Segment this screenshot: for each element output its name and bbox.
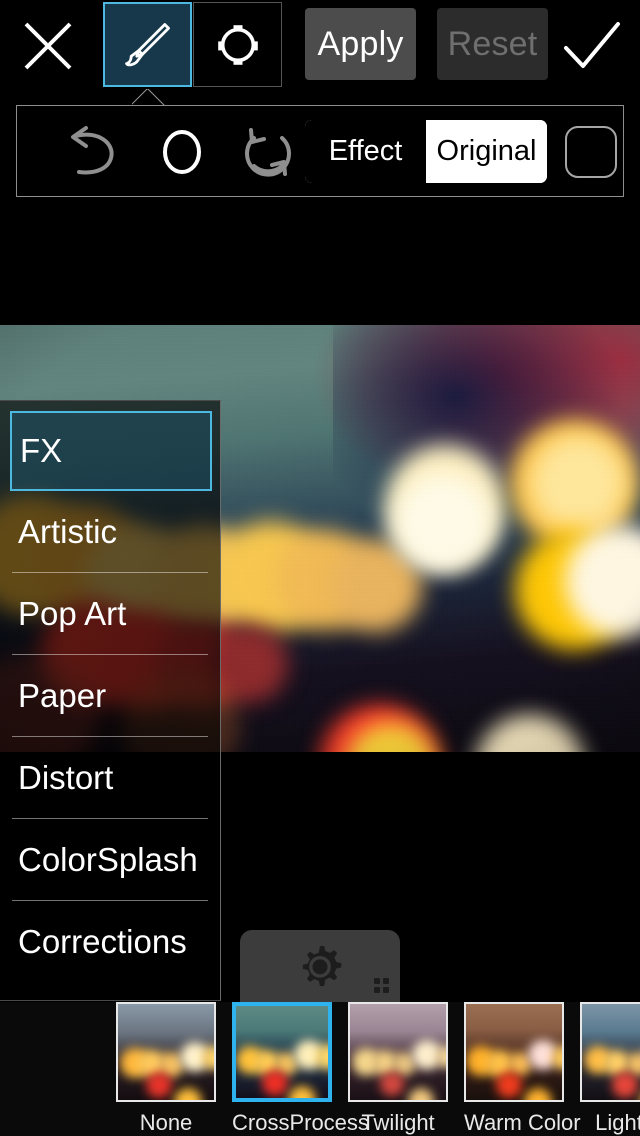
- filter-label: Twilight: [361, 1110, 435, 1135]
- toggle-original[interactable]: Original: [426, 120, 547, 183]
- filter-settings-button[interactable]: [240, 930, 400, 1002]
- tool-tab-brush[interactable]: [103, 2, 192, 87]
- category-item-colorsplash[interactable]: ColorSplash: [0, 819, 220, 901]
- photo-editor-app: Apply Reset Effect Original FX Artistic …: [0, 0, 640, 1136]
- category-menu: FX Artistic Pop Art Paper Distort ColorS…: [0, 400, 221, 1001]
- category-item-paper[interactable]: Paper: [0, 655, 220, 737]
- brush-options-panel: Effect Original: [16, 105, 624, 197]
- category-label: Paper: [18, 677, 107, 714]
- shape-mask-icon: [217, 24, 258, 65]
- category-label: Artistic: [18, 513, 117, 550]
- category-item-corrections[interactable]: Corrections: [0, 901, 220, 983]
- paintbrush-icon: [124, 22, 170, 66]
- redo-refresh-icon: [245, 128, 291, 177]
- filter-label: Warm Color: [464, 1110, 581, 1135]
- tool-tab-group: [103, 2, 282, 87]
- preview-toggle: Effect Original: [305, 120, 547, 183]
- filter-strip: None CrossProcess Twilight Warm Color Li…: [0, 1002, 640, 1136]
- undo-button[interactable]: [53, 122, 127, 182]
- category-label: Distort: [18, 759, 114, 796]
- filter-label: CrossProcess: [232, 1110, 369, 1135]
- top-toolbar: Apply Reset: [0, 0, 640, 89]
- filter-item-twilight[interactable]: Twilight: [348, 1002, 448, 1136]
- brush-size-button[interactable]: [145, 122, 219, 182]
- category-item-distort[interactable]: Distort: [0, 737, 220, 819]
- filter-thumbnail[interactable]: [232, 1002, 332, 1102]
- toggle-effect[interactable]: Effect: [305, 120, 426, 183]
- filter-thumbnail[interactable]: [116, 1002, 216, 1102]
- category-item-pop-art[interactable]: Pop Art: [0, 573, 220, 655]
- redo-button[interactable]: [231, 122, 305, 182]
- brush-size-circle-icon: [163, 130, 201, 174]
- panel-pointer: [132, 89, 166, 106]
- filter-label: None: [139, 1110, 193, 1135]
- close-x-icon: [24, 22, 72, 70]
- close-button[interactable]: [14, 10, 82, 78]
- tool-tab-mask[interactable]: [193, 2, 282, 87]
- brush-shape-button[interactable]: [565, 126, 617, 178]
- filter-thumbnail[interactable]: [348, 1002, 448, 1102]
- filter-item-none[interactable]: None: [116, 1002, 216, 1136]
- filter-label: Light C: [595, 1110, 640, 1135]
- action-buttons: Apply Reset: [305, 8, 548, 80]
- category-label: Pop Art: [18, 595, 127, 632]
- gear-icon: [302, 946, 342, 986]
- category-label: ColorSplash: [18, 841, 198, 878]
- drag-grip-icon: [374, 978, 389, 993]
- confirm-button[interactable]: [556, 10, 628, 78]
- category-label: FX: [20, 432, 63, 469]
- filter-item-crossprocess[interactable]: CrossProcess: [232, 1002, 369, 1136]
- apply-button[interactable]: Apply: [305, 8, 416, 80]
- checkmark-icon: [564, 22, 620, 68]
- category-label: Corrections: [18, 923, 187, 960]
- filter-thumbnail-list: None CrossProcess Twilight Warm Color Li…: [116, 1002, 640, 1136]
- category-item-artistic[interactable]: Artistic: [0, 491, 220, 573]
- filter-item-warm-color[interactable]: Warm Color: [464, 1002, 581, 1136]
- category-item-fx[interactable]: FX: [10, 411, 212, 491]
- filter-thumbnail[interactable]: [464, 1002, 564, 1102]
- reset-button[interactable]: Reset: [437, 8, 548, 80]
- filter-thumbnail[interactable]: [580, 1002, 640, 1102]
- filter-item-light-c[interactable]: Light C: [580, 1002, 640, 1136]
- undo-arrow-icon: [71, 126, 114, 175]
